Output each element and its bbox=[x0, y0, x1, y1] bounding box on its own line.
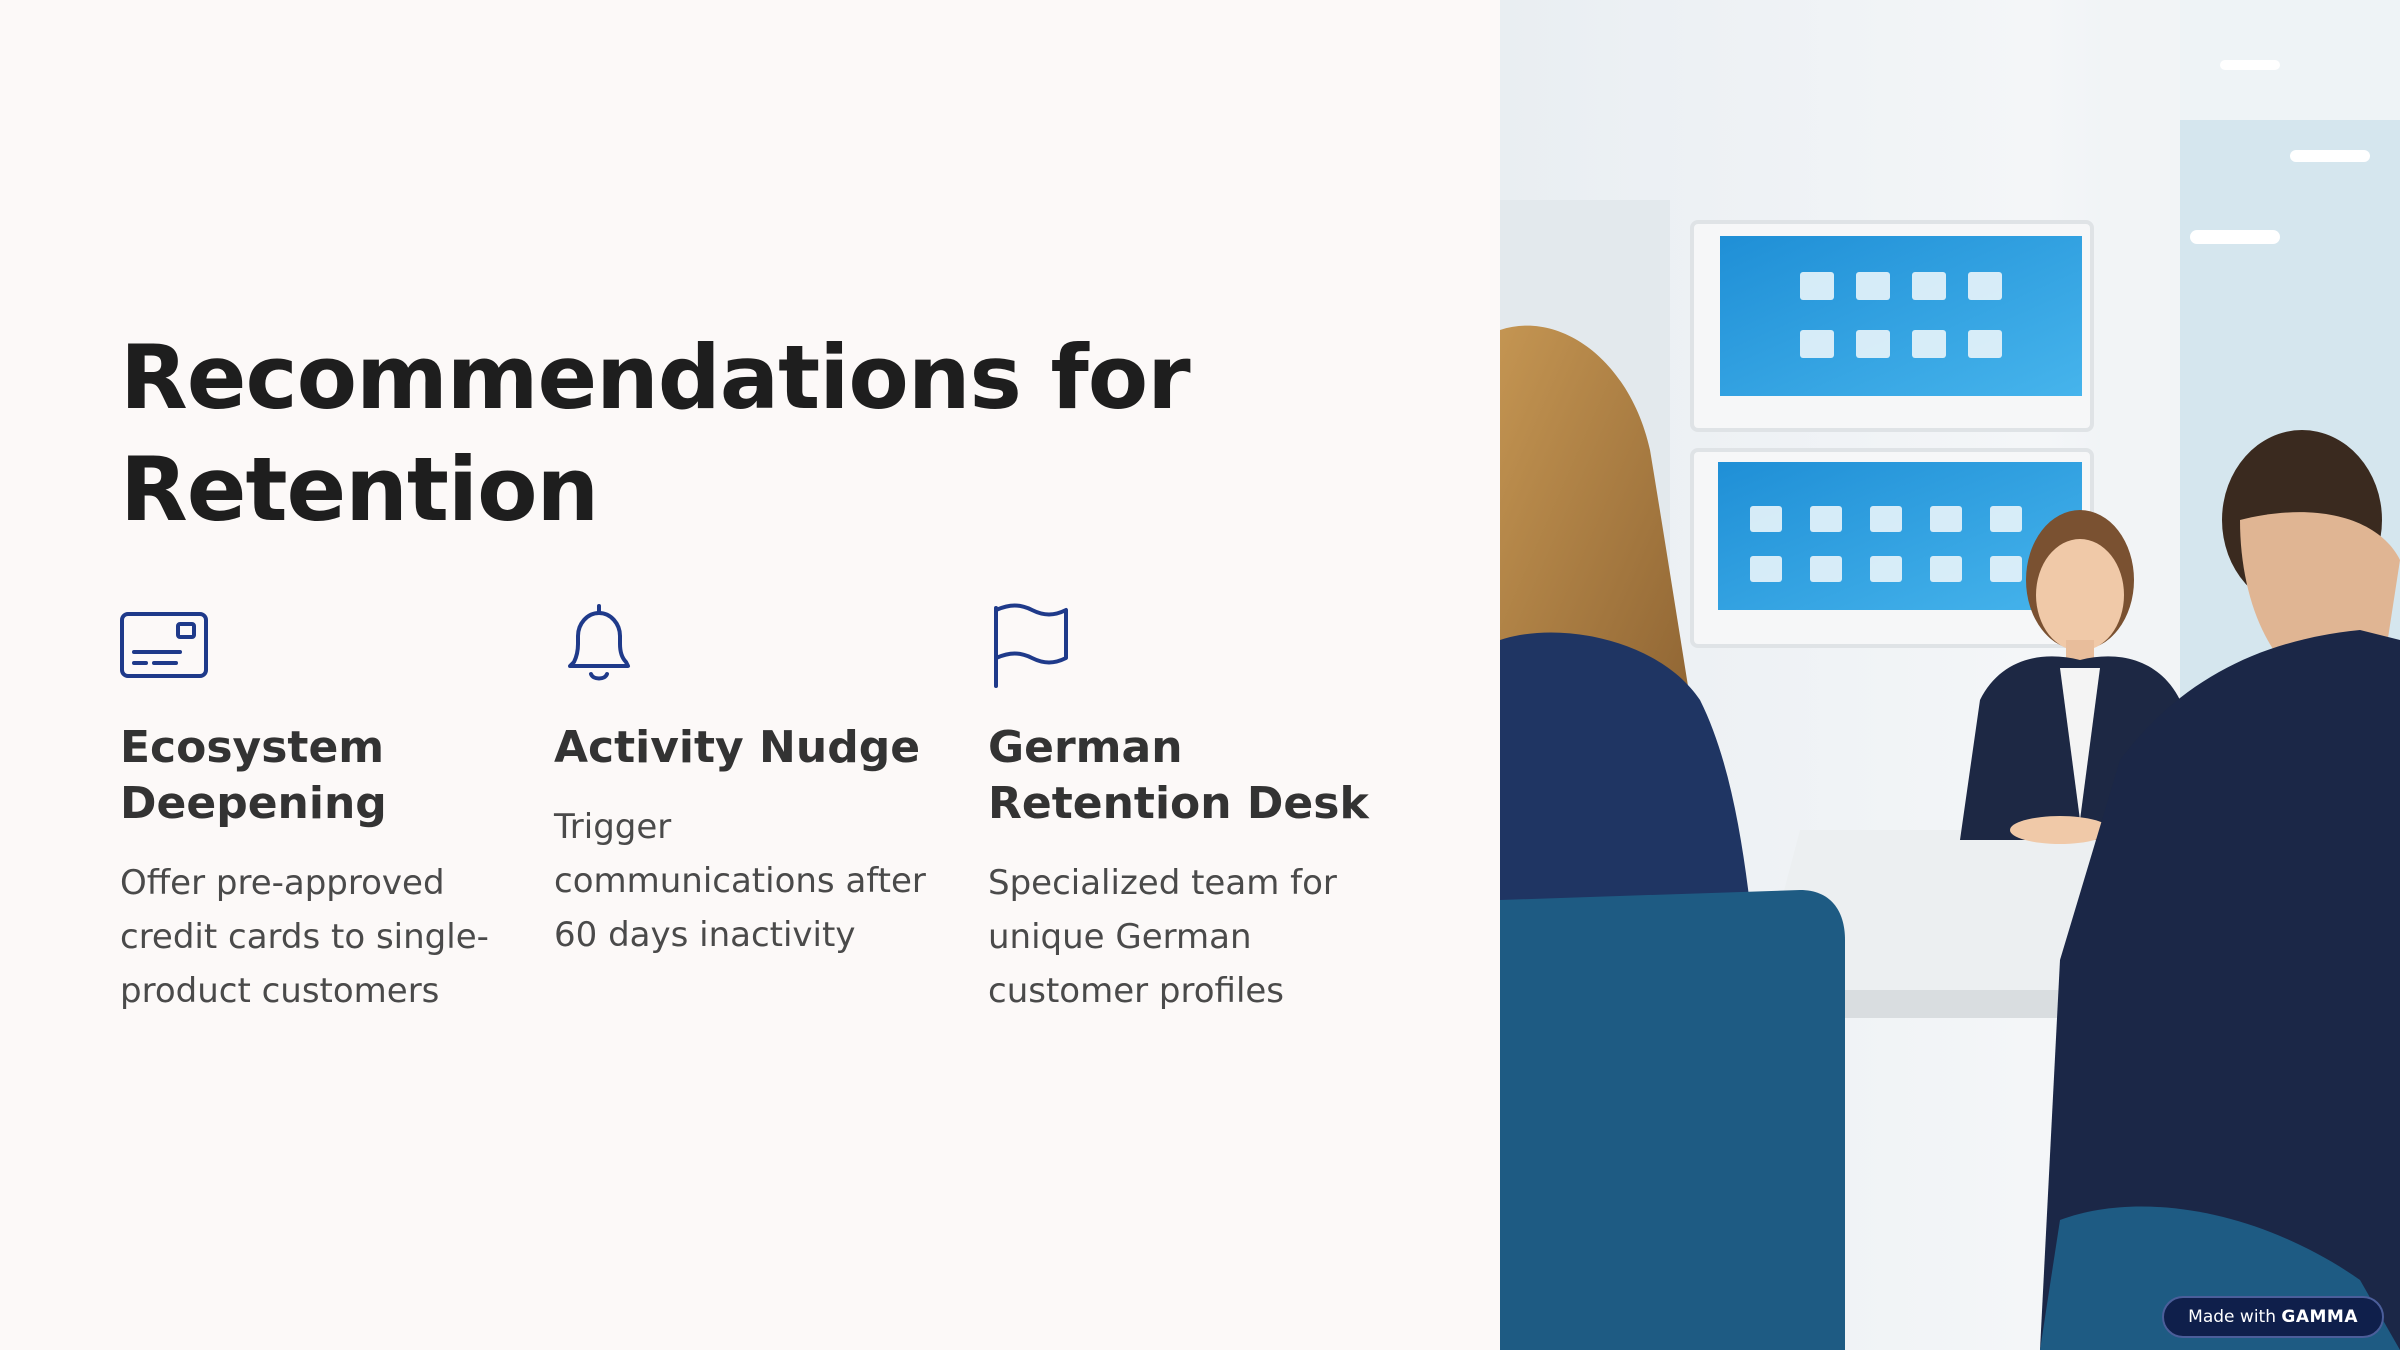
credit-card-icon bbox=[120, 612, 208, 678]
recommendation-card-german-desk: German Retention Desk Specialized team f… bbox=[988, 600, 1378, 1011]
recommendation-heading: German Retention Desk bbox=[988, 722, 1369, 829]
content-panel: Recommendations for Retention Ecosystem … bbox=[0, 0, 1500, 1350]
recommendation-card-ecosystem: Ecosystem Deepening Offer pre-approved c… bbox=[120, 600, 510, 1011]
page-title: Recommendations for Retention bbox=[120, 326, 1191, 541]
made-with-gamma-badge[interactable]: Made with GAMMA bbox=[2162, 1296, 2384, 1338]
recommendation-heading: Ecosystem Deepening bbox=[120, 722, 387, 829]
recommendation-heading: Activity Nudge bbox=[554, 722, 921, 773]
bell-icon bbox=[568, 604, 630, 681]
bank-meeting-illustration bbox=[1500, 0, 2400, 1350]
recommendation-card-activity: Activity Nudge Trigger communications af… bbox=[554, 600, 944, 955]
gamma-logo-text: GAMMA bbox=[2281, 1307, 2358, 1327]
recommendation-body: Offer pre-approved credit cards to singl… bbox=[120, 863, 489, 1011]
recommendation-body: Specialized team for unique German custo… bbox=[988, 863, 1337, 1011]
hero-photo: Made with GAMMA bbox=[1500, 0, 2400, 1350]
flag-icon bbox=[994, 603, 1068, 688]
recommendation-body: Trigger communications after 60 days ina… bbox=[554, 807, 926, 955]
badge-prefix: Made with bbox=[2188, 1307, 2276, 1327]
